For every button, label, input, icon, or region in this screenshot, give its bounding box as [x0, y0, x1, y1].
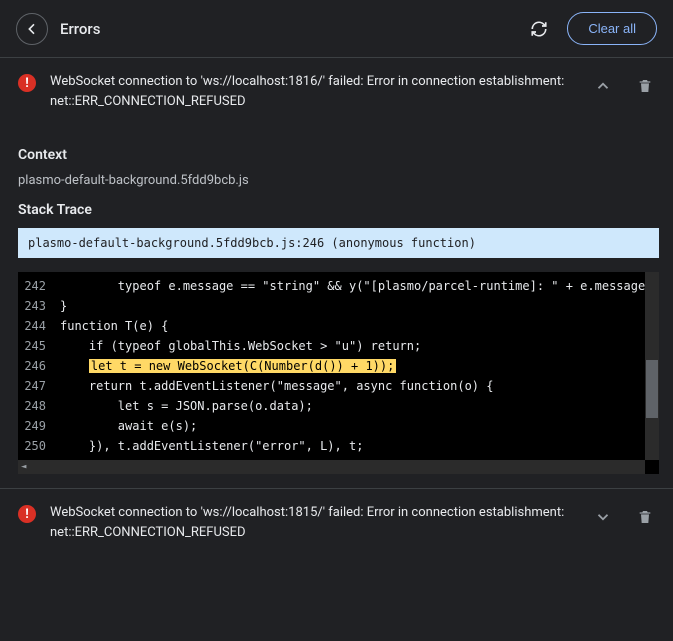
stack-trace-heading: Stack Trace [18, 202, 659, 218]
code-line: 243} [18, 296, 659, 316]
delete-button[interactable] [631, 72, 659, 100]
chevron-down-icon [594, 508, 612, 526]
arrow-left-icon [24, 21, 40, 37]
error-details: Context plasmo-default-background.5fdd9b… [0, 125, 673, 488]
delete-button[interactable] [631, 503, 659, 531]
line-number: 250 [18, 436, 56, 456]
code-line: 247 return t.addEventListener("message",… [18, 376, 659, 396]
expand-button[interactable] [589, 503, 617, 531]
line-number: 248 [18, 396, 56, 416]
horizontal-scrollbar[interactable] [18, 460, 645, 474]
line-number: 244 [18, 316, 56, 336]
error-icon: ! [18, 74, 36, 92]
error-row: ! WebSocket connection to 'ws://localhos… [18, 72, 659, 111]
code-line: 248 let s = JSON.parse(o.data); [18, 396, 659, 416]
line-number: 243 [18, 296, 56, 316]
chevron-up-icon [594, 77, 612, 95]
reload-icon [530, 20, 548, 38]
stack-frame[interactable]: plasmo-default-background.5fdd9bcb.js:24… [18, 228, 659, 258]
back-button[interactable] [16, 13, 48, 45]
trash-icon [637, 78, 653, 94]
line-number: 245 [18, 336, 56, 356]
header: Errors Clear all [0, 0, 673, 57]
collapse-button[interactable] [589, 72, 617, 100]
error-item: ! WebSocket connection to 'ws://localhos… [0, 57, 673, 125]
context-file: plasmo-default-background.5fdd9bcb.js [18, 173, 659, 188]
line-number: 242 [18, 276, 56, 296]
vertical-scrollbar[interactable] [645, 272, 659, 460]
line-number: 246 [18, 356, 56, 376]
code-line: 249 await e(s); [18, 416, 659, 436]
line-number: 249 [18, 416, 56, 436]
error-message: WebSocket connection to 'ws://localhost:… [50, 72, 575, 111]
code-line: 242 typeof e.message == "string" && y("[… [18, 276, 659, 296]
code-text: let t = new WebSocket(C(Number(d()) + 1)… [56, 356, 659, 376]
error-message: WebSocket connection to 'ws://localhost:… [50, 503, 575, 542]
code-text: typeof e.message == "string" && y("[plas… [56, 276, 659, 296]
clear-all-button[interactable]: Clear all [567, 12, 657, 45]
code-line: 250 }), t.addEventListener("error", L), … [18, 436, 659, 456]
code-text: let s = JSON.parse(o.data); [56, 396, 659, 416]
trash-icon [637, 509, 653, 525]
code-line: 244function T(e) { [18, 316, 659, 336]
code-text: if (typeof globalThis.WebSocket > "u") r… [56, 336, 659, 356]
code-text: function T(e) { [56, 316, 659, 336]
code-line: 245 if (typeof globalThis.WebSocket > "u… [18, 336, 659, 356]
reload-button[interactable] [523, 13, 555, 45]
code-text: await e(s); [56, 416, 659, 436]
code-text: }), t.addEventListener("error", L), t; [56, 436, 659, 456]
error-icon: ! [18, 505, 36, 523]
error-item: ! WebSocket connection to 'ws://localhos… [0, 488, 673, 556]
code-text: } [56, 296, 659, 316]
code-line: 246 let t = new WebSocket(C(Number(d()) … [18, 356, 659, 376]
context-heading: Context [18, 147, 659, 163]
page-title: Errors [60, 20, 511, 38]
code-text: return t.addEventListener("message", asy… [56, 376, 659, 396]
error-row: ! WebSocket connection to 'ws://localhos… [18, 503, 659, 542]
code-viewer: 242 typeof e.message == "string" && y("[… [18, 272, 659, 474]
line-number: 247 [18, 376, 56, 396]
